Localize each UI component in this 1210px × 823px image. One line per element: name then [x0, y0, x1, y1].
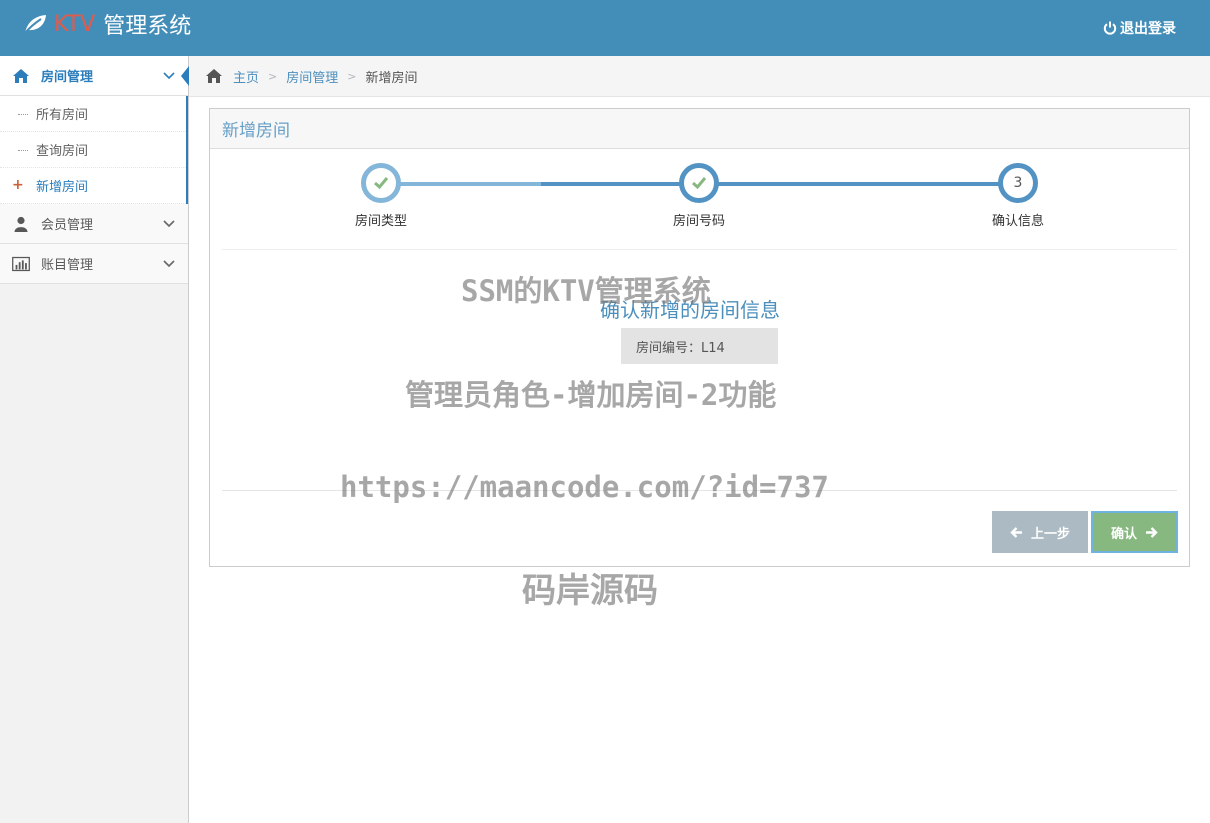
sidebar-subitem-search-rooms[interactable]: 查询房间	[0, 132, 186, 168]
sidebar-item-label: 会员管理	[41, 218, 94, 233]
logout-button[interactable]: 退出登录	[1103, 18, 1176, 38]
home-icon	[12, 68, 30, 84]
chevron-down-icon	[163, 260, 175, 268]
sidebar: 房间管理 所有房间 查询房间 + 新增房间 会员管理 账目管理	[0, 56, 189, 823]
check-icon	[374, 177, 389, 190]
previous-step-label: 上一步	[1030, 526, 1070, 542]
arrow-right-icon	[1146, 526, 1158, 538]
breadcrumb-home-link[interactable]: 主页	[233, 67, 259, 86]
widget-title: 新增房间	[210, 109, 1189, 149]
sidebar-item-room-management[interactable]: 房间管理	[0, 56, 189, 96]
sidebar-subitem-add-room[interactable]: + 新增房间	[0, 168, 186, 204]
sidebar-item-accounts-management[interactable]: 账目管理	[0, 244, 188, 284]
power-icon	[1103, 21, 1117, 35]
breadcrumb-separator-icon: >	[268, 69, 278, 83]
breadcrumb-section-link[interactable]: 房间管理	[286, 67, 338, 86]
watermark-text: 码岸源码	[522, 571, 658, 611]
watermark-text: https://maancode.com/?id=737	[340, 470, 829, 504]
chevron-down-icon	[163, 220, 175, 228]
sidebar-subitem-label: 新增房间	[36, 180, 89, 195]
home-icon	[206, 69, 222, 83]
chevron-down-icon	[163, 72, 175, 80]
previous-step-button[interactable]: 上一步	[992, 511, 1088, 553]
room-number-display: 房间编号：L14	[621, 328, 778, 364]
step-complete-indicator	[679, 163, 719, 203]
wizard-step-room-type[interactable]: 房间类型	[321, 163, 441, 229]
sidebar-subitem-label: 所有房间	[36, 108, 89, 123]
bar-chart-icon	[12, 256, 30, 272]
watermark-text: SSM的KTV管理系统	[461, 274, 711, 308]
sidebar-subitem-all-rooms[interactable]: 所有房间	[0, 96, 186, 132]
step-progress-line	[541, 182, 1021, 186]
brand-prefix: KTV	[54, 11, 96, 37]
logout-label: 退出登录	[1120, 21, 1176, 37]
watermark-text: 管理员角色-增加房间-2功能	[405, 378, 777, 412]
confirm-button[interactable]: 确认	[1091, 511, 1178, 553]
wizard-steps: 房间类型 房间号码 3 确认信息	[222, 149, 1177, 250]
confirm-label: 确认	[1110, 526, 1137, 542]
sidebar-item-member-management[interactable]: 会员管理	[0, 204, 188, 244]
step-title: 房间类型	[354, 214, 407, 229]
sidebar-item-label: 房间管理	[41, 70, 94, 85]
brand-title: 管理系统	[103, 14, 192, 39]
leaf-icon	[23, 15, 46, 35]
sidebar-subitem-label: 查询房间	[36, 144, 89, 159]
step-number: 3	[998, 163, 1038, 203]
user-icon	[12, 216, 30, 232]
check-icon	[692, 177, 707, 190]
step-title: 房间号码	[672, 214, 725, 229]
top-navbar: KTV 管理系统 退出登录	[0, 0, 1210, 56]
brand[interactable]: KTV 管理系统	[22, 8, 191, 40]
room-submenu: 所有房间 查询房间 + 新增房间	[0, 96, 188, 204]
step-complete-indicator	[361, 163, 401, 203]
step-title: 确认信息	[991, 214, 1044, 229]
breadcrumb-current: 新增房间	[365, 70, 418, 86]
sidebar-item-label: 账目管理	[41, 258, 94, 273]
arrow-left-icon	[1010, 526, 1022, 538]
wizard-step-confirm-info[interactable]: 3 确认信息	[958, 163, 1078, 229]
breadcrumb: 主页 > 房间管理 > 新增房间	[189, 56, 1210, 97]
plus-icon: +	[12, 177, 24, 193]
wizard-step-room-number[interactable]: 房间号码	[639, 163, 759, 229]
breadcrumb-separator-icon: >	[347, 69, 357, 83]
